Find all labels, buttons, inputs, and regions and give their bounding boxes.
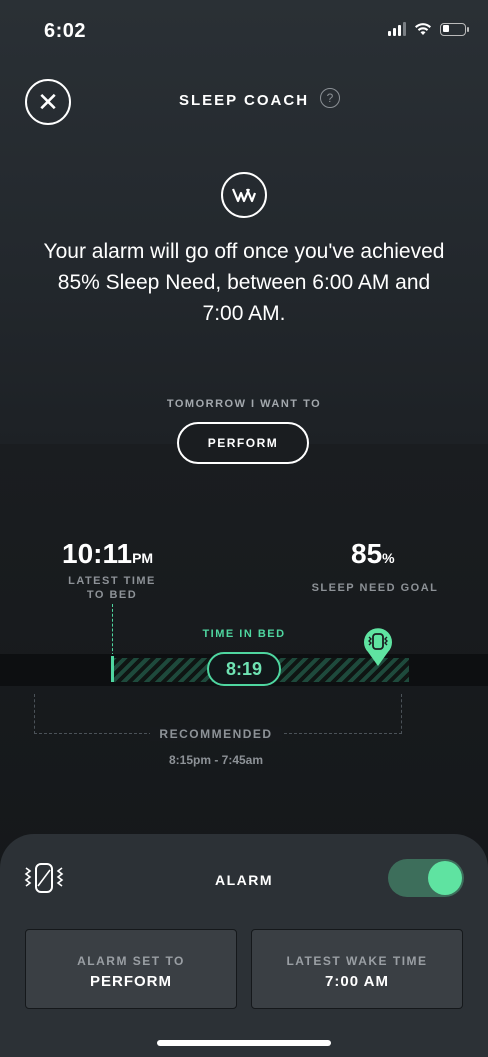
- alarm-toggle-knob: [428, 861, 462, 895]
- tomorrow-label: TOMORROW I WANT TO: [166, 398, 322, 410]
- alarm-toggle[interactable]: [388, 859, 464, 897]
- latest-wake-time-card[interactable]: LATEST WAKE TIME 7:00 AM: [251, 929, 463, 1009]
- bedtime-suffix: PM: [132, 550, 154, 566]
- page-title: SLEEP COACH: [178, 92, 310, 109]
- status-icons: [388, 22, 469, 36]
- home-indicator[interactable]: [157, 1040, 331, 1046]
- battery-icon: [440, 22, 469, 36]
- alarm-set-to-value: PERFORM: [90, 973, 172, 990]
- latest-wake-time-label: LATEST WAKE TIME: [286, 954, 428, 968]
- bedtime-label: LATEST TIME TO BED: [48, 574, 176, 602]
- top-section: [0, 0, 488, 445]
- status-time: 6:02: [44, 20, 87, 42]
- alarm-pin-icon[interactable]: [361, 625, 395, 667]
- sleep-goal-number: 85: [351, 538, 383, 569]
- perform-button[interactable]: PERFORM: [177, 422, 309, 464]
- recommended-range: 8:15pm - 7:45am: [168, 753, 264, 767]
- cellular-signal-icon: [388, 22, 406, 36]
- sleep-goal-value: 85%: [351, 538, 395, 570]
- bedtime-value: 10:11PM: [62, 538, 153, 570]
- wifi-icon: [415, 23, 431, 35]
- latest-wake-time-value: 7:00 AM: [325, 973, 389, 990]
- sleep-goal-suffix: %: [382, 550, 395, 566]
- whoop-logo-icon: [221, 172, 267, 218]
- help-icon[interactable]: ?: [320, 88, 340, 108]
- sleep-coach-screen: 6:02 ✕ SLEEP COACH ? Your alarm will go …: [0, 0, 488, 1057]
- recommended-label: RECOMMENDED: [150, 727, 282, 741]
- bedtime-time: 10:11: [62, 538, 133, 569]
- bedtime-marker: [111, 656, 114, 682]
- bedtime-label-line2: TO BED: [86, 589, 138, 601]
- sleep-goal-label: SLEEP NEED GOAL: [311, 582, 439, 594]
- time-in-bed-value: 8:19: [207, 652, 281, 686]
- alarm-message: Your alarm will go off once you've achie…: [43, 240, 445, 325]
- bedtime-label-line1: LATEST TIME: [68, 575, 156, 587]
- alarm-set-to-card[interactable]: ALARM SET TO PERFORM: [25, 929, 237, 1009]
- time-in-bed-label: TIME IN BED: [202, 628, 286, 640]
- alarm-set-to-label: ALARM SET TO: [77, 954, 185, 968]
